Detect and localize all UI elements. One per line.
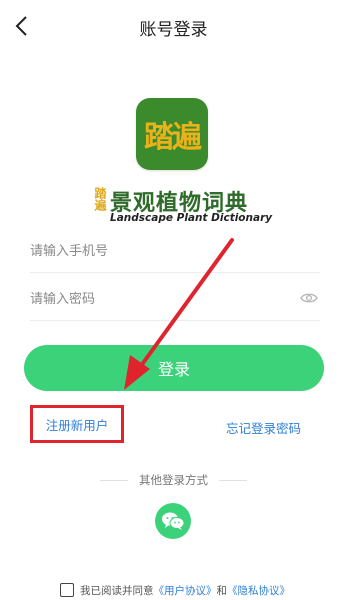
agreement-conjunction: 和 xyxy=(216,584,228,597)
agreement-prefix: 我已阅读并同意 xyxy=(80,584,154,597)
phone-field xyxy=(30,232,320,273)
other-login-divider: 其他登录方式 xyxy=(100,472,247,488)
forgot-password-link[interactable]: 忘记登录密码 xyxy=(226,418,301,437)
privacy-policy-link[interactable]: 《隐私协议》 xyxy=(227,583,290,598)
register-highlight-box: 注册新用户 xyxy=(30,405,124,443)
divider-right xyxy=(219,480,247,481)
user-agreement-link[interactable]: 《用户协议》 xyxy=(154,583,217,598)
login-button[interactable]: 登录 xyxy=(24,345,324,391)
phone-input[interactable] xyxy=(30,232,280,270)
agreement-row: 我已阅读并同意 《用户协议》 和 《隐私协议》 xyxy=(60,580,290,600)
logo-text: 踏遍 xyxy=(144,120,202,155)
register-link[interactable]: 注册新用户 xyxy=(46,415,109,434)
agreement-checkbox[interactable] xyxy=(60,583,74,597)
app-logo: 踏遍 xyxy=(136,98,208,170)
brand-badge: 踏遍 xyxy=(93,187,107,211)
password-input[interactable] xyxy=(30,280,280,318)
brand-name-en: Landscape Plant Dictionary xyxy=(110,212,273,224)
brand-wordmark: 踏遍 景观植物词典 Landscape Plant Dictionary xyxy=(92,185,272,227)
wechat-login-button[interactable] xyxy=(155,503,191,539)
page-title: 账号登录 xyxy=(139,20,208,40)
wechat-icon xyxy=(162,512,185,530)
eye-icon[interactable] xyxy=(300,291,318,305)
password-field xyxy=(30,280,320,321)
